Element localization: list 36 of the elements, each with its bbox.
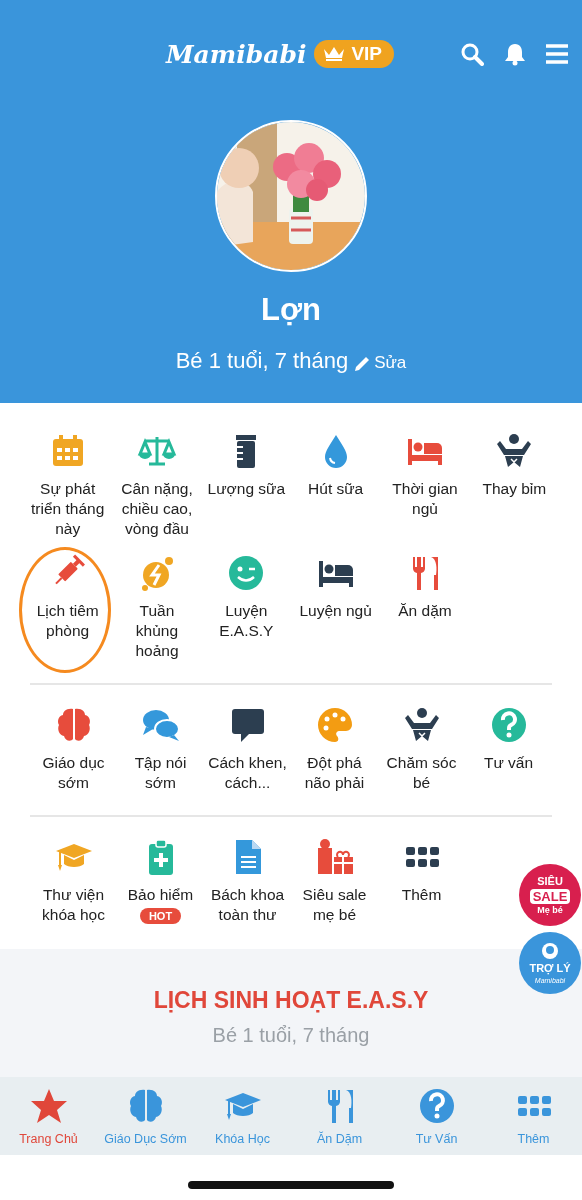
menu-button[interactable] xyxy=(546,44,568,64)
menu-item[interactable]: Chăm sóc bé xyxy=(381,753,462,793)
menu-item[interactable]: Giáo dục sớm xyxy=(33,753,114,793)
menu-item[interactable]: Lượng sữa xyxy=(206,479,287,499)
menu-item[interactable]: Tập nói sớm xyxy=(120,753,201,793)
app-logo: Mamibabi xyxy=(165,39,307,69)
menu-item[interactable]: Bách khoa toàn thư xyxy=(207,885,288,925)
menu-item[interactable]: Thư viện khóa học xyxy=(33,885,114,925)
pencil-icon xyxy=(354,354,372,372)
menu-item[interactable]: Tư vấn xyxy=(468,753,549,773)
menu-item[interactable]: Sự phát triển tháng này xyxy=(27,479,108,539)
sale-button[interactable]: SIÊU SALE Mẹ bé xyxy=(519,864,581,926)
menu-item[interactable]: Siêu sale mẹ bé xyxy=(294,885,375,925)
menu-item[interactable]: Thay bỉm xyxy=(474,479,555,499)
menu-item[interactable]: Cách khen, cách... xyxy=(207,753,288,793)
notifications-button[interactable] xyxy=(504,42,526,66)
schedule-subtitle: Bé 1 tuổi, 7 tháng xyxy=(212,1024,370,1047)
tab[interactable]: Trang Chủ xyxy=(0,1077,97,1155)
menu-item[interactable]: Thêm xyxy=(381,885,462,905)
menu-item[interactable]: Luyện E.A.S.Y xyxy=(206,601,287,641)
menu-item[interactable]: Bảo hiểm xyxy=(120,885,201,905)
schedule-title: LỊCH SINH HOẠT E.A.S.Y xyxy=(153,987,429,1014)
child-name: Lợn xyxy=(261,292,321,328)
search-button[interactable] xyxy=(460,42,484,66)
menu-item[interactable]: Hút sữa xyxy=(295,479,376,499)
menu-item[interactable]: Cân nặng, chiều cao, vòng đầu xyxy=(117,479,197,539)
menu-item[interactable]: Ăn dặm xyxy=(385,601,465,621)
menu-item[interactable]: Lịch tiêm phòng xyxy=(27,601,108,641)
vip-badge: VIP xyxy=(314,40,395,68)
hot-badge: HOT xyxy=(139,908,182,924)
child-age: Bé 1 tuổi, 7 tháng xyxy=(175,348,349,374)
crown-icon xyxy=(323,46,346,62)
menu-item[interactable]: Tuần khủng hoảng xyxy=(117,601,197,661)
menu-item[interactable]: Luyện ngủ xyxy=(295,601,376,621)
menu-item[interactable]: Đột phá não phải xyxy=(294,753,375,793)
menu-item[interactable]: Thời gian ngủ xyxy=(385,479,465,519)
